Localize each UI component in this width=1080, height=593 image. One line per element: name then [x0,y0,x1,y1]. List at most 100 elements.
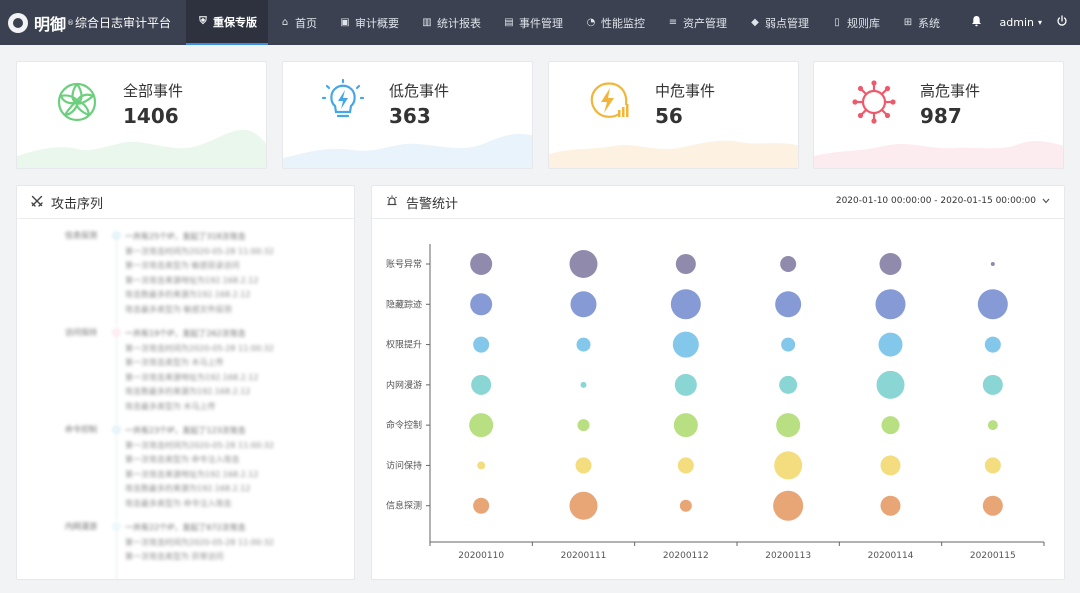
bubble-point [780,256,797,272]
bubble-point [674,373,697,396]
bubble-point [577,419,590,432]
bubble-point [576,337,591,352]
nav-label: 性能监控 [601,16,645,30]
x-tick-label: 20200115 [970,551,1016,561]
date-range-picker[interactable]: 2020-01-10 00:00:00 - 2020-01-15 00:00:0… [836,196,1050,206]
nav-item-5[interactable]: ◔ 性能监控 [574,0,656,45]
bubble-point [470,253,493,275]
attack-stage-group[interactable]: 命令控制 一共有23个IP，发起了123次攻击 第一次攻击时间为2020-05-28… [17,424,354,520]
nav-item-4[interactable]: ▤ 事件管理 [492,0,574,45]
attack-stage-label: 内网漫游 [65,522,97,531]
virus-icon [850,78,898,126]
nav-item-3[interactable]: ▥ 统计报表 [410,0,492,45]
y-tick-label: 隐藏踪迹 [386,298,422,310]
attack-detail-line: 第一次攻击类型为 敏感目录访问 [125,261,240,270]
attack-stage-group[interactable]: 信息探测 一共有25个IP，发起了318次攻击第一次攻击时间为2020-05-28… [17,230,354,326]
attack-sequence-header: 攻击序列 [17,186,354,219]
bug-icon: ◆ [751,17,759,28]
alarm-icon [386,195,398,210]
timeline-dot [113,426,120,433]
all-events-icon [53,78,101,126]
power-icon[interactable] [1056,15,1068,30]
bubble-point [469,413,494,438]
card-value: 1406 [123,104,179,128]
bubble-point [984,457,1001,474]
bubble-point [473,336,490,353]
attack-detail-line: 第一次攻击时间为2020-05-28 11:00:32 [125,440,274,450]
bubble-point [570,291,597,318]
attack-detail-line: 第一次攻击类型为 命令注入攻击 [125,455,240,464]
alarm-statistics-panel: 告警统计 2020-01-10 00:00:00 - 2020-01-15 00… [371,185,1065,580]
nav-item-2[interactable]: ▣ 审计概要 [328,0,410,45]
timeline-line [116,531,117,579]
bubble-point [775,291,802,318]
card-value: 56 [655,104,683,128]
attack-detail-line: 第一次攻击时间为2020-05-28 11:00:32 [125,246,274,256]
attack-stage-label: 访问保持 [65,328,97,337]
attack-detail-line: 攻击数最多的来源为192.168.2.12 [125,484,251,493]
nav-label: 首页 [295,16,317,30]
y-tick-label: 命令控制 [386,419,422,431]
crossed-swords-icon [31,195,43,210]
attack-detail-line: 攻击数最多的来源为192.168.2.12 [125,290,251,299]
database-icon: ≡ [668,17,678,28]
attack-stage-group[interactable]: 内网漫游 一共有22个IP，发起了672次攻击 第一次攻击时间为2020-05-28… [17,521,354,579]
attack-stage-label: 命令控制 [65,425,97,434]
card-value: 363 [389,104,431,128]
timeline-line [116,337,117,423]
bubble-point [473,497,490,514]
bubble-point [580,381,587,388]
timeline-dot [113,523,120,530]
bubble-point [575,457,592,474]
nav-item-1[interactable]: ⌂ 首页 [268,0,328,45]
card-all-events[interactable]: 全部事件 1406 [16,61,267,169]
bubble-point [880,455,901,476]
nav-label: 重保专版 [213,15,257,29]
brand-logo[interactable]: 明御 ® 综合日志审计平台 [0,0,186,45]
attack-stage-label: 信息探测 [65,231,97,240]
x-tick-label: 20200114 [868,551,914,561]
bubble-point [675,254,696,274]
nav-item-0[interactable]: ⛨ 重保专版 [186,0,268,45]
nav-label: 审计概要 [355,16,399,30]
event-icon: ▤ [504,17,514,28]
attack-detail-line: 一共有25个IP，发起了318次攻击 [125,232,246,241]
attack-stage-group[interactable]: 访问保持 一共有19个IP，发起了262次攻击 第一次攻击时间为2020-05-28… [17,327,354,423]
bubble-point [878,332,903,357]
nav-label: 规则库 [847,16,880,30]
nav-item-7[interactable]: ◆ 弱点管理 [738,0,820,45]
card-low-risk-events[interactable]: 低危事件 363 [282,61,533,169]
card-label: 低危事件 [389,82,450,100]
card-high-risk-events[interactable]: 高危事件 987 [813,61,1064,169]
attack-detail-line: 第一次攻击来源地址为192.168.2.12 [125,469,259,479]
bubble-point [679,499,692,512]
logo-icon [8,12,28,33]
book-icon: ▯ [834,17,840,28]
card-medium-risk-events[interactable]: 中危事件 56 [548,61,799,169]
panel-title: 告警统计 [406,196,459,212]
bubble-point [984,336,1001,353]
timeline-dot [113,232,120,239]
nav-item-6[interactable]: ≡ 资产管理 [656,0,738,45]
attack-sequence-list: 信息探测 一共有25个IP，发起了318次攻击第一次攻击时间为2020-05-28… [17,220,354,579]
nav-item-9[interactable]: ⊞ 系统 [891,0,951,45]
panel-title: 攻击序列 [51,196,104,212]
card-label: 中危事件 [655,82,716,100]
nav-label: 系统 [918,16,940,30]
nav-label: 事件管理 [519,16,563,30]
bolt-chart-icon [585,78,633,126]
bubble-point [670,289,701,320]
brand-registered-mark: ® [67,18,75,27]
gauge-icon: ◔ [586,17,596,28]
bubble-chart: 账号异常隐藏踪迹权限提升内网漫游命令控制访问保持信息探测 20200110 2020… [386,244,1045,561]
user-menu[interactable]: admin ▾ [1000,16,1042,29]
y-tick-label: 账号异常 [386,258,422,270]
nav-item-8[interactable]: ▯ 规则库 [820,0,891,45]
x-tick-label: 20200113 [765,551,811,561]
bell-icon[interactable] [970,15,984,30]
main-nav: ⛨ 重保专版 ⌂ 首页 ▣ 审计概要 ▥ 统计报表 ▤ 事件管理 ◔ 性能监控 ≡ 资产管理 ◆ 弱点管理 ▯ 规… [186,0,951,45]
shield-icon: ⛨ [199,16,207,27]
bubble-point [982,495,1003,516]
attack-detail-line: 第一次攻击时间为2020-05-28 11:00:32 [125,343,274,353]
bubble-point [569,250,598,278]
